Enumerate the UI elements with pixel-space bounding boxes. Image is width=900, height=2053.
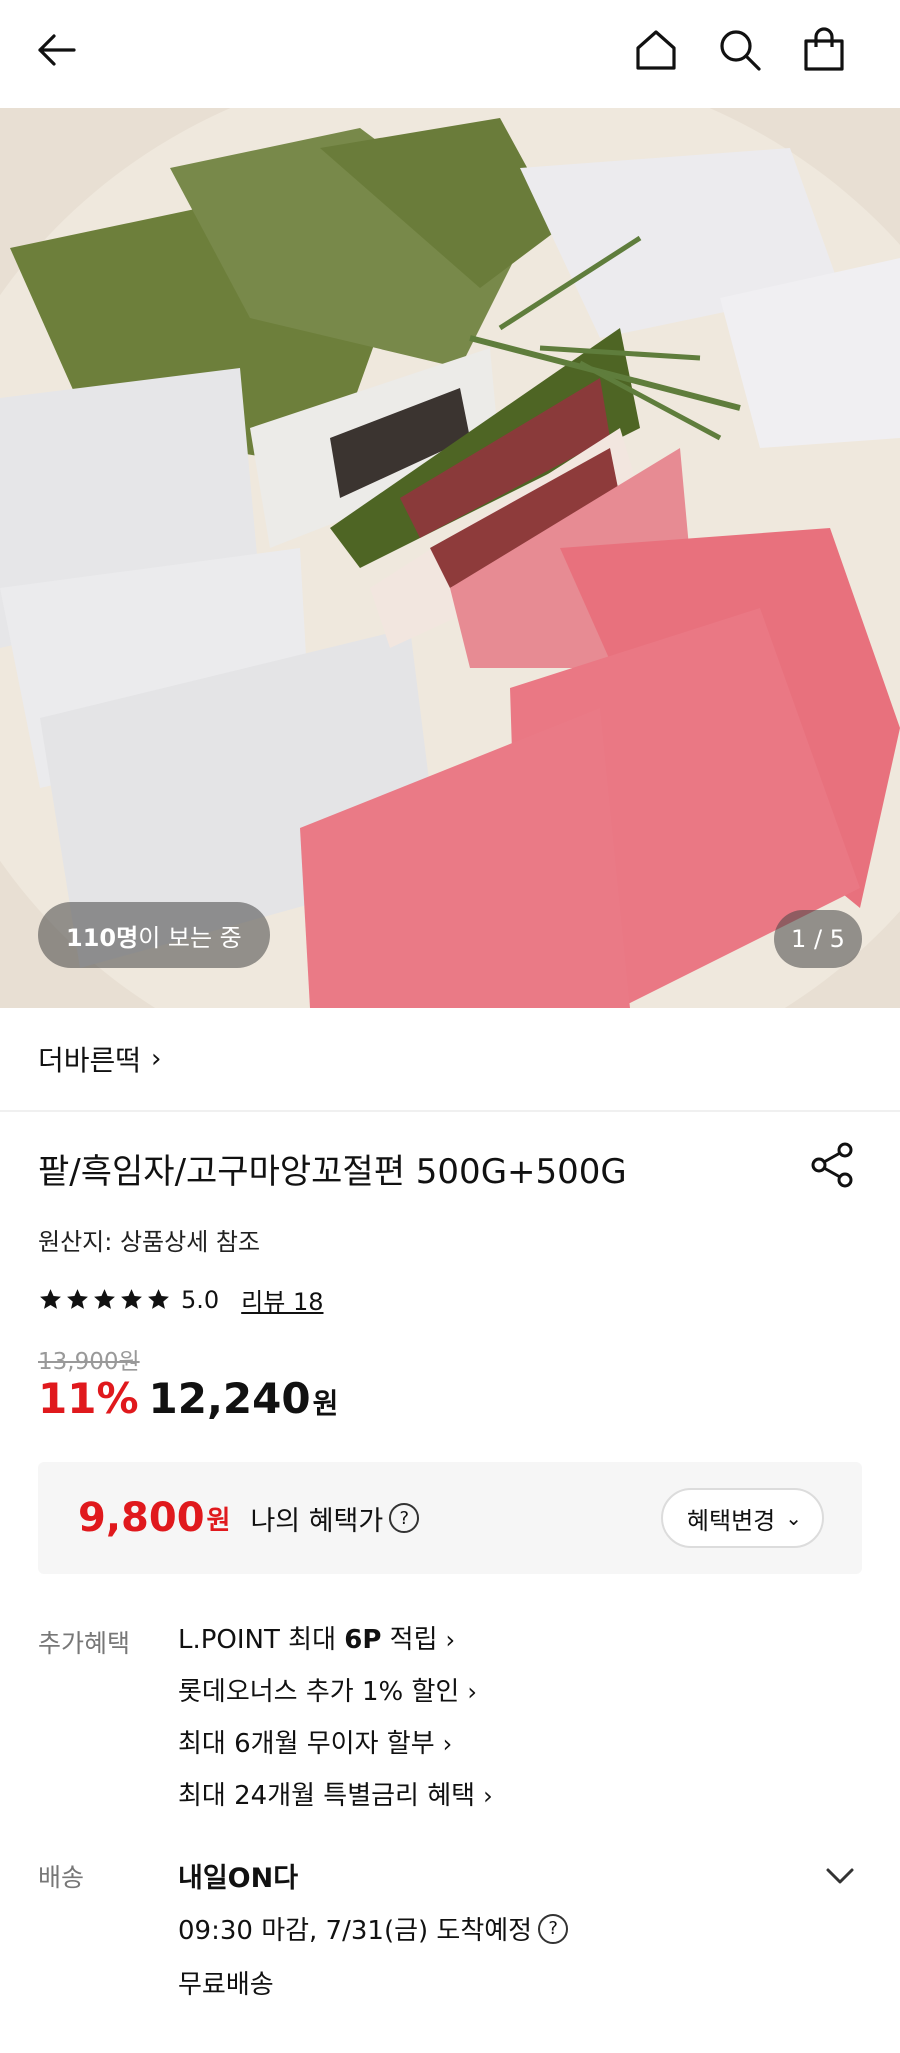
shipping-time-text: 09:30 마감, 7/31(금) 도착예정	[178, 1916, 533, 1946]
star-icon	[148, 1289, 169, 1309]
chevron-right-icon: ›	[483, 1782, 493, 1810]
shipping-time: 09:30 마감, 7/31(금) 도착예정 ?	[178, 1910, 569, 1947]
discount-rate: 11%	[38, 1374, 139, 1423]
star-icon	[67, 1289, 88, 1309]
chevron-right-icon: ›	[442, 1730, 453, 1758]
benefit-price-currency: 원	[206, 1505, 231, 1536]
price-row: 11% 12,240 원	[38, 1374, 338, 1423]
viewers-badge: 110명 이 보는 중	[38, 902, 270, 968]
brand-link[interactable]: 더바른떡 ›	[0, 1008, 900, 1112]
star-icon	[121, 1289, 142, 1309]
extra-benefit-text: L.POINT 최대	[178, 1625, 345, 1655]
viewers-count: 110명	[66, 923, 139, 952]
shipping-fee: 무료배송	[178, 1970, 274, 2000]
extra-benefit-text: 롯데오너스 추가 1% 할인	[178, 1677, 460, 1707]
benefit-price: 9,800	[78, 1495, 205, 1541]
chevron-right-icon: ›	[151, 1044, 162, 1074]
star-icon	[94, 1289, 115, 1309]
help-icon[interactable]: ?	[538, 1913, 569, 1944]
rating-score: 5.0	[181, 1285, 220, 1314]
brand-name: 더바른떡	[38, 1044, 142, 1077]
shipping-name: 내일ON다	[178, 1863, 299, 1894]
benefit-price-box: 9,800 원 나의 혜택가 ? 혜택변경 ⌄	[38, 1462, 862, 1574]
extra-benefit-item[interactable]: 롯데오너스 추가 1% 할인 ›	[178, 1672, 493, 1724]
extra-benefit-item[interactable]: 최대 6개월 무이자 할부 ›	[178, 1724, 493, 1776]
image-counter: 1 / 5	[774, 910, 862, 968]
change-benefit-label: 혜택변경	[686, 1506, 776, 1535]
extra-benefits-list: L.POINT 최대 6P 적립 › 롯데오너스 추가 1% 할인 › 최대 6개월…	[178, 1620, 493, 1828]
extra-benefits-label: 추가혜택	[38, 1629, 131, 1658]
star-icon	[40, 1289, 61, 1309]
extra-benefit-text-end: 적립	[381, 1625, 438, 1655]
origin-info: 원산지: 상품상세 참조	[38, 1228, 261, 1256]
home-icon[interactable]	[624, 18, 688, 82]
product-photo	[0, 108, 900, 1008]
shipping-label: 배송	[38, 1863, 85, 1892]
original-price: 13,900원	[38, 1349, 140, 1375]
share-icon[interactable]	[808, 1140, 858, 1190]
rating-row: 5.0 리뷰 18	[38, 1282, 324, 1317]
product-image-gallery[interactable]	[0, 108, 900, 1008]
back-arrow-icon[interactable]	[24, 18, 88, 82]
chevron-right-icon: ›	[445, 1626, 456, 1654]
extra-benefit-item[interactable]: 최대 24개월 특별금리 혜택 ›	[178, 1776, 493, 1828]
product-title: 팥/흑임자/고구마앙꼬절편 500G+500G	[38, 1152, 627, 1192]
change-benefit-button[interactable]: 혜택변경 ⌄	[660, 1488, 824, 1548]
help-icon[interactable]: ?	[389, 1503, 420, 1533]
top-bar	[0, 0, 900, 108]
chevron-down-icon: ⌄	[785, 1506, 802, 1530]
extra-benefit-text: 최대 24개월 특별금리 혜택	[178, 1781, 476, 1811]
review-link[interactable]: 리뷰 18	[241, 1282, 323, 1317]
viewers-suffix: 이 보는 중	[138, 923, 242, 952]
sale-price: 12,240	[148, 1374, 311, 1423]
shopping-bag-icon[interactable]	[792, 18, 856, 82]
sale-price-currency: 원	[312, 1387, 339, 1420]
search-icon[interactable]	[708, 18, 772, 82]
chevron-down-icon[interactable]	[822, 1860, 858, 1890]
rating-stars	[38, 1287, 171, 1312]
chevron-right-icon: ›	[467, 1678, 477, 1706]
benefit-label: 나의 혜택가	[250, 1505, 384, 1537]
extra-benefit-text: 최대 6개월 무이자 할부	[178, 1729, 435, 1759]
extra-benefit-item[interactable]: L.POINT 최대 6P 적립 ›	[178, 1620, 493, 1672]
extra-benefit-bold: 6P	[344, 1625, 382, 1655]
